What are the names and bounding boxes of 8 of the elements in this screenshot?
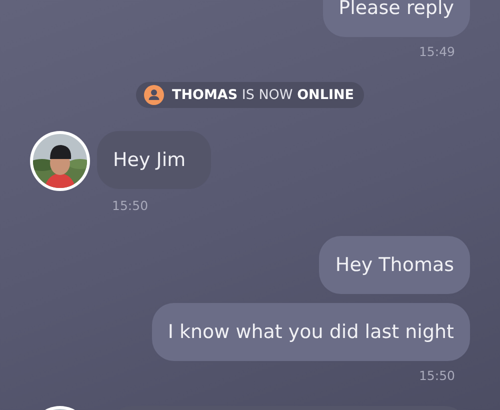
- timestamp: 15:50: [112, 199, 150, 213]
- timestamp: 15:49: [418, 45, 455, 59]
- notice-text: THOMAS IS NOW ONLINE: [172, 87, 354, 103]
- timestamp: 15:50: [418, 369, 455, 383]
- user-icon: [144, 85, 164, 105]
- message-bubble: I know what you did last night: [152, 303, 470, 361]
- message-bubble: Hey Thomas: [319, 236, 470, 294]
- message-bubble: Hey Jim: [97, 131, 211, 189]
